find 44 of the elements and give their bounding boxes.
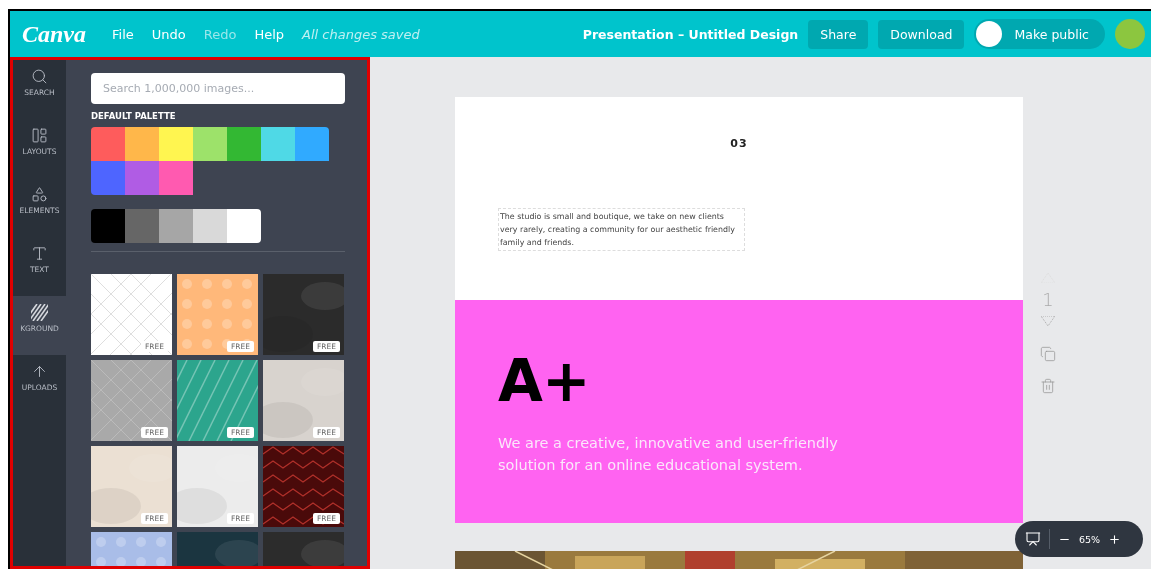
- logo[interactable]: Canva: [22, 20, 86, 48]
- shapes-icon: [31, 186, 48, 203]
- color-swatch[interactable]: [159, 161, 193, 195]
- menu-item[interactable]: Undo: [151, 26, 186, 42]
- slide-number: 03: [730, 137, 748, 150]
- color-swatch[interactable]: [193, 127, 227, 161]
- color-swatch[interactable]: [227, 209, 261, 243]
- color-swatch[interactable]: [125, 209, 159, 243]
- color-swatch[interactable]: [227, 127, 261, 161]
- zoom-level: 65%: [1079, 533, 1101, 545]
- toolbar-button[interactable]: Download: [878, 19, 965, 49]
- color-swatch[interactable]: [261, 127, 295, 161]
- text-icon: [31, 245, 48, 262]
- stripes-icon: [31, 304, 48, 321]
- save-status: All changes saved: [302, 26, 420, 42]
- document-title[interactable]: Presentation – Untitled Design: [582, 26, 799, 42]
- tagline[interactable]: We are a creative, innovative and user-friendly solution for an online educational system.: [498, 432, 858, 476]
- trash-icon[interactable]: [1040, 378, 1056, 394]
- toggle-label: Make public: [1014, 26, 1089, 42]
- headline[interactable]: A+: [498, 352, 1023, 410]
- palette-title: DEFAULT PALETTE: [91, 111, 177, 121]
- toggle-knob: [976, 21, 1003, 47]
- plus-icon[interactable]: [1108, 532, 1122, 546]
- search-field[interactable]: Search 1,000,000 images...: [91, 73, 345, 104]
- search-icon: [31, 68, 48, 85]
- color-swatch[interactable]: [159, 209, 193, 243]
- avatar[interactable]: [1115, 19, 1145, 49]
- copy-icon[interactable]: [1040, 346, 1056, 362]
- color-swatch[interactable]: [125, 127, 159, 161]
- color-swatch[interactable]: [91, 161, 125, 195]
- color-swatch[interactable]: [125, 161, 159, 195]
- public-toggle[interactable]: Make public: [974, 19, 1105, 49]
- present-icon[interactable]: [1025, 531, 1041, 547]
- page-number: 1: [1042, 289, 1054, 310]
- color-swatch[interactable]: [159, 127, 193, 161]
- layout-icon: [31, 127, 48, 144]
- color-swatch[interactable]: [91, 209, 125, 243]
- color-swatch[interactable]: [91, 127, 125, 161]
- color-swatch[interactable]: [295, 127, 329, 161]
- menu-item[interactable]: File: [112, 26, 134, 42]
- color-swatch[interactable]: [193, 209, 227, 243]
- menu-item[interactable]: Help: [254, 26, 285, 42]
- toolbar-button[interactable]: Share: [808, 19, 869, 49]
- move-down-icon[interactable]: [1041, 316, 1055, 326]
